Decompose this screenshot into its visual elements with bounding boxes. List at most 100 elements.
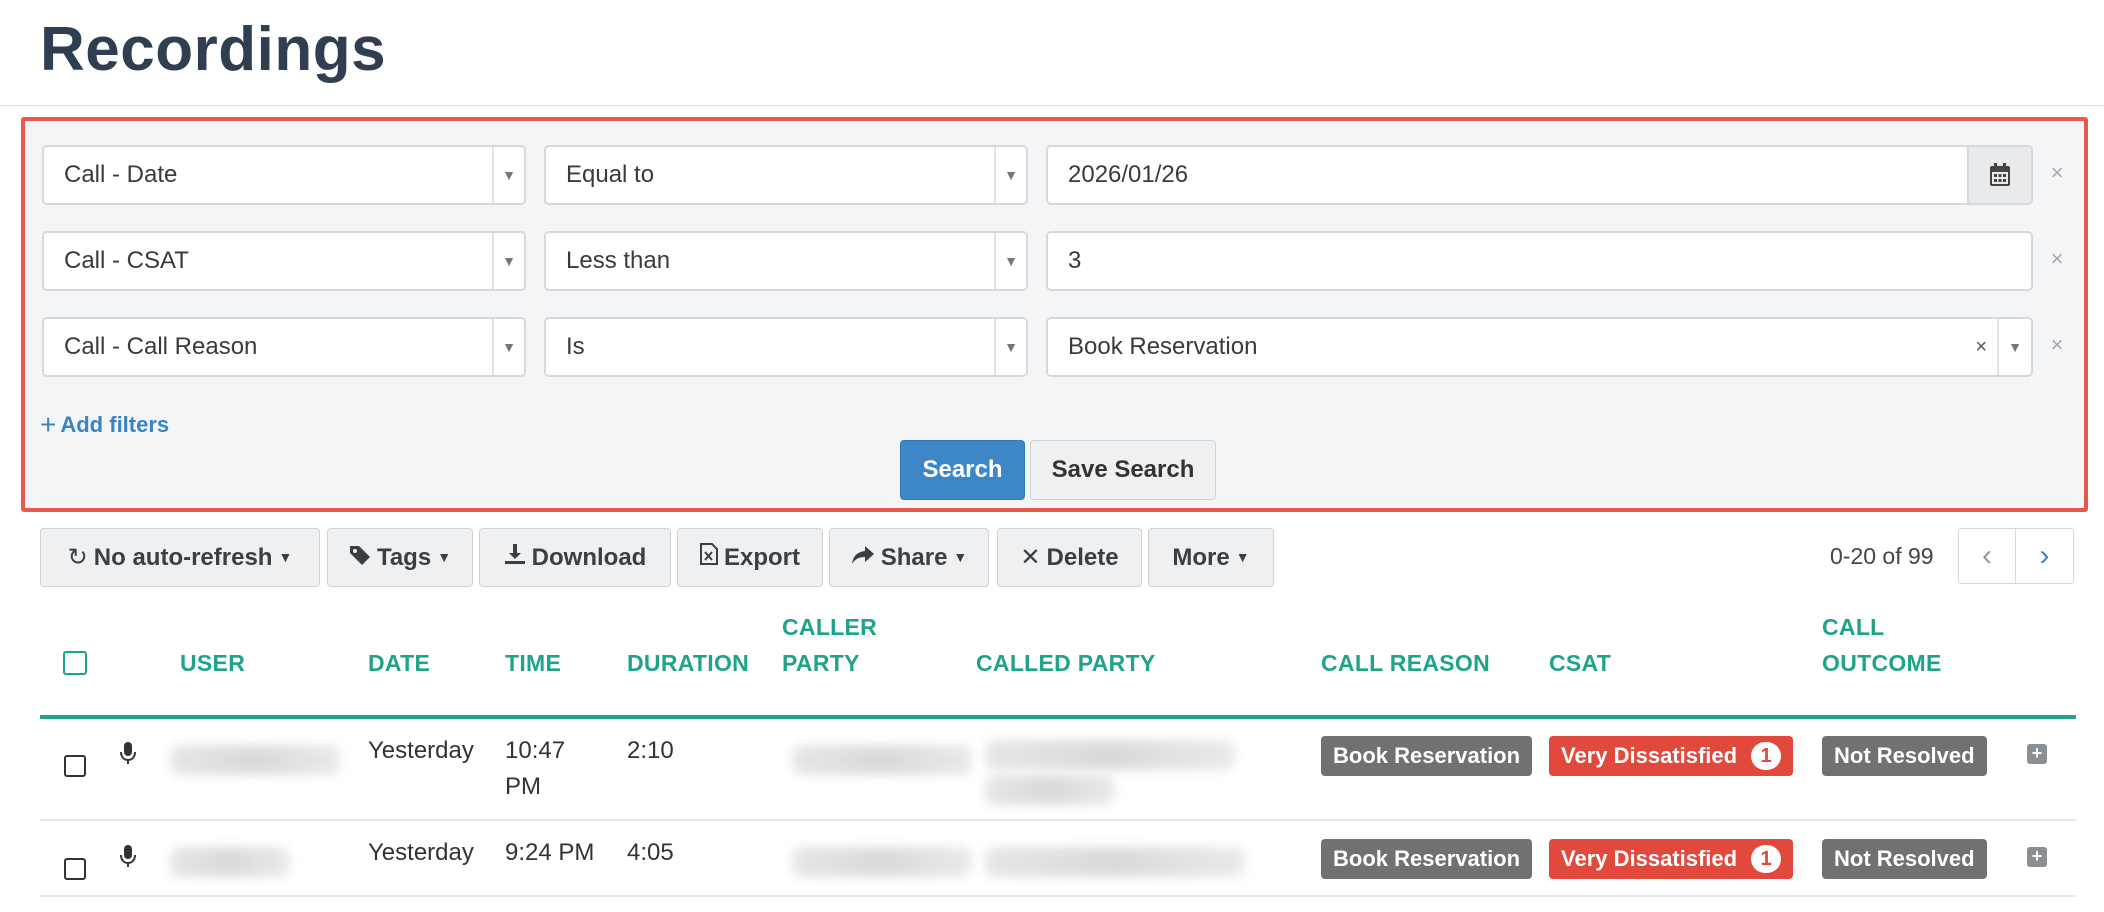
chevron-down-icon: ▼ — [994, 147, 1026, 203]
add-filters-label: Add filters — [60, 412, 170, 437]
export-button[interactable]: Export — [677, 528, 823, 587]
chevron-down-icon: ▼ — [994, 319, 1026, 375]
filter-1-operator-select[interactable]: Equal to ▼ — [544, 145, 1028, 205]
pagination-summary: 0-20 of 99 — [1830, 543, 1934, 569]
csat-label: Very Dissatisfied 1 — [1549, 736, 1794, 776]
call-reason-label: Book Reservation — [1321, 736, 1533, 776]
tags-label: Tags — [376, 544, 432, 571]
column-header-caller-party-line1[interactable]: CALLER — [782, 615, 877, 644]
chevron-down-icon: ▼ — [1997, 319, 2031, 375]
column-header-called-party[interactable]: CALLED PARTY — [976, 646, 1156, 680]
column-header-duration[interactable]: DURATION — [627, 646, 749, 680]
redacted-user — [170, 847, 290, 877]
chevron-down-icon: ▼ — [492, 147, 524, 203]
calendar-icon — [1990, 163, 2010, 186]
more-button[interactable]: More ▼ — [1148, 528, 1274, 587]
filter-1-date-input[interactable]: 2026/01/26 — [1046, 145, 2033, 205]
title-divider — [0, 105, 2104, 106]
row-duration: 2:10 — [627, 737, 674, 764]
export-label: Export — [723, 544, 800, 571]
tag-icon — [349, 529, 371, 586]
column-header-call-outcome-line2[interactable]: OUTCOME — [1822, 646, 1942, 680]
delete-label: Delete — [1046, 544, 1119, 571]
column-header-call-reason[interactable]: CALL REASON — [1321, 646, 1490, 680]
column-header-caller-party-line2[interactable]: PARTY — [782, 646, 860, 680]
header-divider — [40, 715, 2076, 719]
chevron-down-icon: ▼ — [953, 549, 968, 565]
chevron-down-icon: ▼ — [278, 549, 293, 565]
remove-filter-1-icon[interactable]: × — [2045, 161, 2069, 185]
clear-selection-icon[interactable]: × — [1975, 319, 1987, 375]
filter-1-date-value: 2026/01/26 — [1068, 161, 1189, 188]
filter-2-operator-select[interactable]: Less than ▼ — [544, 231, 1028, 291]
filter-2-field-value: Call - CSAT — [64, 247, 189, 274]
csat-text: Very Dissatisfied — [1561, 743, 1738, 768]
row-duration: 4:05 — [627, 839, 674, 866]
chevron-right-icon: › — [2039, 539, 2050, 572]
column-header-date[interactable]: DATE — [368, 646, 430, 680]
redacted-caller-party — [792, 847, 972, 877]
remove-filter-3-icon[interactable]: × — [2045, 333, 2069, 357]
download-label: Download — [531, 544, 647, 571]
redacted-caller-party — [792, 745, 972, 775]
plus-icon: + — [40, 409, 57, 440]
download-icon — [504, 529, 526, 586]
add-filters-link[interactable]: + Add filters — [40, 407, 170, 440]
refresh-icon: ↻ — [67, 544, 88, 571]
filter-1-operator-value: Equal to — [566, 161, 655, 188]
redacted-called-party — [985, 740, 1235, 770]
row-divider — [40, 819, 2076, 821]
plus-square-icon[interactable]: + — [2027, 847, 2047, 867]
filter-3-field-value: Call - Call Reason — [64, 333, 258, 360]
filter-1-field-value: Call - Date — [64, 161, 178, 188]
row-date: Yesterday — [368, 839, 474, 866]
save-search-button[interactable]: Save Search — [1030, 440, 1216, 500]
filter-1-field-select[interactable]: Call - Date ▼ — [42, 145, 526, 205]
calendar-button[interactable] — [1967, 147, 2031, 203]
auto-refresh-button[interactable]: ↻ No auto-refresh ▼ — [40, 528, 320, 587]
chevron-down-icon: ▼ — [994, 233, 1026, 289]
column-header-time[interactable]: TIME — [505, 646, 561, 680]
filter-2-field-select[interactable]: Call - CSAT ▼ — [42, 231, 526, 291]
remove-filter-2-icon[interactable]: × — [2045, 247, 2069, 271]
redacted-called-party — [985, 847, 1245, 877]
plus-square-icon[interactable]: + — [2027, 744, 2047, 764]
tags-button[interactable]: Tags ▼ — [327, 528, 473, 587]
row-time-line2: PM — [505, 773, 541, 800]
next-page-button[interactable]: › — [2016, 528, 2074, 584]
share-button[interactable]: Share ▼ — [829, 528, 989, 587]
delete-button[interactable]: ✕ Delete — [997, 528, 1142, 587]
row-checkbox[interactable] — [64, 858, 86, 880]
microphone-icon[interactable] — [120, 741, 136, 770]
chevron-down-icon: ▼ — [492, 233, 524, 289]
chevron-left-icon: ‹ — [1982, 539, 1992, 572]
filter-2-value-input[interactable]: 3 — [1046, 231, 2033, 291]
filter-2-operator-value: Less than — [566, 247, 671, 274]
column-header-csat[interactable]: CSAT — [1549, 646, 1611, 680]
row-time-line1: 10:47 — [505, 737, 566, 764]
filter-3-value-select[interactable]: Book Reservation × ▼ — [1046, 317, 2033, 377]
row-divider — [40, 895, 2076, 897]
previous-page-button[interactable]: ‹ — [1958, 528, 2016, 584]
csat-label: Very Dissatisfied 1 — [1549, 839, 1794, 879]
download-button[interactable]: Download — [479, 528, 671, 587]
auto-refresh-label: No auto-refresh — [93, 544, 273, 571]
select-all-checkbox[interactable] — [63, 651, 87, 675]
redacted-called-party — [985, 775, 1115, 805]
filter-3-operator-select[interactable]: Is ▼ — [544, 317, 1028, 377]
page-title: Recordings — [40, 15, 387, 84]
redacted-user — [170, 745, 340, 775]
filter-3-operator-value: Is — [566, 333, 585, 360]
excel-export-icon — [699, 529, 718, 586]
filter-3-field-select[interactable]: Call - Call Reason ▼ — [42, 317, 526, 377]
column-header-user[interactable]: USER — [180, 646, 245, 680]
search-button[interactable]: Search — [900, 440, 1025, 500]
share-label: Share — [880, 544, 948, 571]
microphone-icon[interactable] — [120, 844, 136, 873]
row-checkbox[interactable] — [64, 755, 86, 777]
filter-2-value: 3 — [1068, 247, 1082, 274]
column-header-call-outcome-line1[interactable]: CALL — [1822, 615, 1885, 644]
more-label: More — [1172, 544, 1230, 571]
chevron-down-icon: ▼ — [437, 549, 452, 565]
csat-score-badge: 1 — [1751, 742, 1782, 770]
